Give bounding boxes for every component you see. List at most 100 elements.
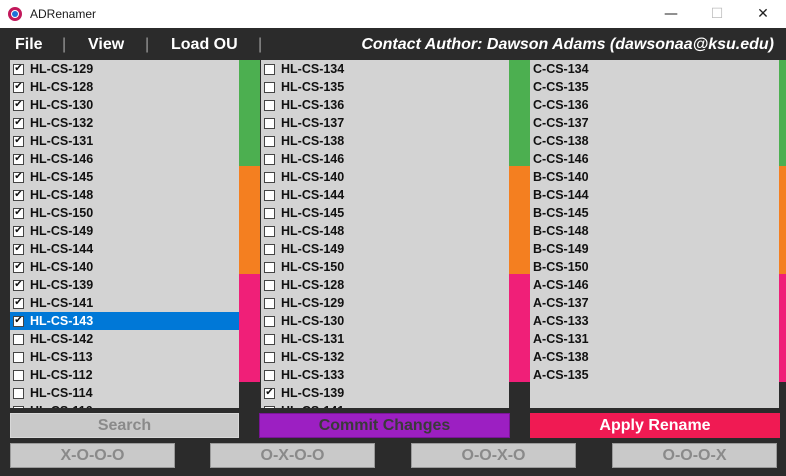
- checkbox[interactable]: [264, 153, 275, 165]
- list-item[interactable]: HL-CS-129: [261, 294, 509, 312]
- list-item[interactable]: HL-CS-144: [261, 186, 509, 204]
- list-item[interactable]: HL-CS-136: [261, 96, 509, 114]
- list-item[interactable]: HL-CS-113: [10, 348, 239, 366]
- list-item[interactable]: A-CS-146: [530, 276, 779, 294]
- checkbox[interactable]: [264, 243, 275, 255]
- list-item[interactable]: HL-CS-112: [10, 366, 239, 384]
- checkbox[interactable]: [264, 333, 275, 345]
- list-item[interactable]: B-CS-149: [530, 240, 779, 258]
- list-item[interactable]: ✔ HL-CS-139: [10, 276, 239, 294]
- list-item[interactable]: C-CS-134: [530, 60, 779, 78]
- checkbox[interactable]: ✔: [13, 297, 24, 309]
- list-item[interactable]: ✔ HL-CS-130: [10, 96, 239, 114]
- search-button[interactable]: Search: [10, 413, 239, 438]
- list-item[interactable]: B-CS-140: [530, 168, 779, 186]
- checkbox[interactable]: ✔: [13, 171, 24, 183]
- list-item[interactable]: C-CS-138: [530, 132, 779, 150]
- checkbox[interactable]: [264, 351, 275, 363]
- list-item[interactable]: HL-CS-135: [261, 78, 509, 96]
- list-item[interactable]: C-CS-136: [530, 96, 779, 114]
- list-item[interactable]: HL-CS-148: [261, 222, 509, 240]
- checkbox[interactable]: [264, 171, 275, 183]
- list-item[interactable]: HL-CS-133: [261, 366, 509, 384]
- new-names-list[interactable]: C-CS-134 C-CS-135 C-CS-136 C-CS-137 C-CS-138…: [530, 60, 779, 408]
- list-item[interactable]: HL-CS-116: [10, 402, 239, 408]
- list-item[interactable]: HL-CS-145: [261, 204, 509, 222]
- checkbox[interactable]: ✔: [13, 261, 24, 273]
- list-item[interactable]: ✔ HL-CS-132: [10, 114, 239, 132]
- list-item[interactable]: C-CS-137: [530, 114, 779, 132]
- checkbox[interactable]: ✔: [13, 279, 24, 291]
- menu-load-ou[interactable]: Load OU: [171, 36, 238, 54]
- list-item[interactable]: ✔ HL-CS-141: [10, 294, 239, 312]
- list-item[interactable]: ✔ HL-CS-139: [261, 384, 509, 402]
- list-item[interactable]: HL-CS-146: [261, 150, 509, 168]
- menu-file[interactable]: File: [15, 36, 43, 54]
- checkbox[interactable]: [264, 81, 275, 93]
- checkbox[interactable]: ✔: [13, 135, 24, 147]
- list-item[interactable]: HL-CS-140: [261, 168, 509, 186]
- list-item[interactable]: ✔ HL-CS-144: [10, 240, 239, 258]
- list-item[interactable]: HL-CS-137: [261, 114, 509, 132]
- list-item[interactable]: C-CS-146: [530, 150, 779, 168]
- checkbox[interactable]: [13, 387, 24, 399]
- list-item[interactable]: HL-CS-138: [261, 132, 509, 150]
- list-item[interactable]: A-CS-138: [530, 348, 779, 366]
- checkbox[interactable]: [264, 297, 275, 309]
- list-item[interactable]: HL-CS-131: [261, 330, 509, 348]
- list-item[interactable]: ✔ HL-CS-143: [10, 312, 239, 330]
- checkbox[interactable]: [264, 369, 275, 381]
- list-item[interactable]: HL-CS-134: [261, 60, 509, 78]
- checkbox[interactable]: [264, 99, 275, 111]
- checkbox[interactable]: ✔: [264, 387, 275, 399]
- list-item[interactable]: ✔ HL-CS-145: [10, 168, 239, 186]
- list-item[interactable]: B-CS-144: [530, 186, 779, 204]
- checkbox[interactable]: [13, 333, 24, 345]
- list-item[interactable]: HL-CS-142: [10, 330, 239, 348]
- checkbox[interactable]: ✔: [13, 99, 24, 111]
- checkbox[interactable]: [13, 405, 24, 408]
- list-item[interactable]: B-CS-148: [530, 222, 779, 240]
- checkbox[interactable]: ✔: [13, 243, 24, 255]
- minimize-button[interactable]: —: [648, 0, 694, 28]
- list-item[interactable]: B-CS-145: [530, 204, 779, 222]
- list-item[interactable]: ✔ HL-CS-148: [10, 186, 239, 204]
- list-item[interactable]: ✔ HL-CS-129: [10, 60, 239, 78]
- checkbox[interactable]: ✔: [13, 189, 24, 201]
- checkbox[interactable]: [264, 405, 275, 408]
- list-item[interactable]: HL-CS-150: [261, 258, 509, 276]
- checkbox[interactable]: ✔: [13, 63, 24, 75]
- list-item[interactable]: ✔ HL-CS-140: [10, 258, 239, 276]
- list-item[interactable]: A-CS-137: [530, 294, 779, 312]
- checkbox[interactable]: ✔: [13, 315, 24, 327]
- checkbox[interactable]: ✔: [13, 117, 24, 129]
- list-item[interactable]: C-CS-135: [530, 78, 779, 96]
- pattern-button-2[interactable]: O-X-O-O: [210, 443, 375, 468]
- list-item[interactable]: HL-CS-149: [261, 240, 509, 258]
- pattern-button-3[interactable]: O-O-X-O: [411, 443, 576, 468]
- checkbox[interactable]: [264, 63, 275, 75]
- checkbox[interactable]: [264, 207, 275, 219]
- checkbox[interactable]: [264, 189, 275, 201]
- checkbox[interactable]: ✔: [13, 225, 24, 237]
- checkbox[interactable]: ✔: [13, 153, 24, 165]
- checkbox[interactable]: [264, 117, 275, 129]
- checkbox[interactable]: [264, 225, 275, 237]
- list-item[interactable]: B-CS-150: [530, 258, 779, 276]
- pattern-button-4[interactable]: O-O-O-X: [612, 443, 777, 468]
- source-computer-list[interactable]: ✔ HL-CS-129 ✔ HL-CS-128 ✔ HL-CS-130 ✔ HL-CS-132…: [10, 60, 239, 408]
- list-item[interactable]: A-CS-135: [530, 366, 779, 384]
- commit-changes-button[interactable]: Commit Changes: [259, 413, 510, 438]
- list-item[interactable]: A-CS-131: [530, 330, 779, 348]
- apply-rename-button[interactable]: Apply Rename: [530, 413, 780, 438]
- list-item[interactable]: HL-CS-114: [10, 384, 239, 402]
- checkbox[interactable]: [13, 369, 24, 381]
- list-item[interactable]: A-CS-133: [530, 312, 779, 330]
- close-button[interactable]: ✕: [740, 0, 786, 28]
- checkbox[interactable]: [13, 351, 24, 363]
- menu-view[interactable]: View: [88, 36, 124, 54]
- checkbox[interactable]: [264, 279, 275, 291]
- list-item[interactable]: HL-CS-130: [261, 312, 509, 330]
- list-item[interactable]: ✔ HL-CS-149: [10, 222, 239, 240]
- list-item[interactable]: HL-CS-141: [261, 402, 509, 408]
